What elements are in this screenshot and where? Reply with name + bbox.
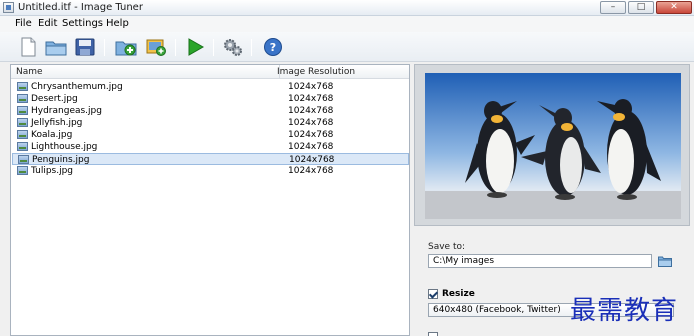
start-icon[interactable] — [184, 37, 206, 57]
toolbar-separator — [213, 39, 214, 56]
list-item[interactable]: Chrysanthemum.jpg 1024x768 — [12, 81, 409, 93]
image-file-icon — [17, 106, 28, 115]
image-file-icon — [17, 82, 28, 91]
app-icon — [3, 2, 14, 13]
preview-frame — [414, 64, 690, 226]
toolbar-separator — [251, 39, 252, 56]
save-icon[interactable] — [74, 37, 96, 57]
list-item[interactable]: Jellyfish.jpg 1024x768 — [12, 117, 409, 129]
column-header-resolution[interactable]: Image Resolution — [277, 67, 355, 77]
save-to-label: Save to: — [428, 242, 466, 252]
close-button[interactable]: ✕ — [656, 1, 692, 14]
toolbar-separator — [175, 39, 176, 56]
browse-folder-icon[interactable] — [658, 255, 672, 267]
settings-icon[interactable] — [222, 37, 244, 57]
resize-preset-value: 640x480 (Facebook, Twitter) — [433, 305, 561, 315]
image-file-icon — [17, 166, 28, 175]
list-item[interactable]: Tulips.jpg 1024x768 — [12, 165, 409, 177]
list-item-selected[interactable]: Penguins.jpg 1024x768 — [12, 153, 409, 165]
file-list[interactable]: Name Image Resolution Chrysanthemum.jpg … — [10, 64, 410, 336]
maximize-button[interactable]: □ — [628, 1, 654, 14]
menu-settings[interactable]: Settings — [62, 18, 103, 29]
image-file-icon — [17, 130, 28, 139]
list-header: Name Image Resolution — [11, 65, 409, 79]
toolbar: ? — [0, 32, 694, 62]
watermark-text: 最需教育 — [570, 296, 679, 326]
list-item[interactable]: Desert.jpg 1024x768 — [12, 93, 409, 105]
add-folder-icon[interactable] — [115, 37, 137, 57]
save-to-field[interactable] — [428, 254, 652, 268]
menu-file[interactable]: File — [15, 18, 32, 29]
checkbox-partial[interactable] — [428, 332, 438, 336]
title-bar: Untitled.itf - Image Tuner – □ ✕ — [0, 0, 694, 16]
menu-bar: File Edit Settings Help — [0, 16, 694, 32]
help-icon[interactable]: ? — [262, 37, 284, 57]
image-preview — [425, 73, 681, 219]
image-file-icon — [17, 142, 28, 151]
resize-checkbox[interactable] — [428, 289, 438, 299]
minimize-button[interactable]: – — [600, 1, 626, 14]
image-file-icon — [17, 94, 28, 103]
window-title: Untitled.itf - Image Tuner — [18, 2, 143, 13]
open-folder-icon[interactable] — [45, 37, 67, 57]
image-file-icon — [17, 118, 28, 127]
list-item[interactable]: Lighthouse.jpg 1024x768 — [12, 141, 409, 153]
svg-text:?: ? — [270, 41, 276, 54]
new-file-icon[interactable] — [17, 37, 39, 57]
list-item[interactable]: Koala.jpg 1024x768 — [12, 129, 409, 141]
toolbar-separator — [104, 39, 105, 56]
list-item[interactable]: Hydrangeas.jpg 1024x768 — [12, 105, 409, 117]
menu-edit[interactable]: Edit — [38, 18, 57, 29]
menu-help[interactable]: Help — [106, 18, 129, 29]
column-header-name[interactable]: Name — [16, 67, 43, 77]
image-file-icon — [18, 155, 29, 164]
resize-label: Resize — [442, 289, 475, 299]
add-images-icon[interactable] — [145, 37, 167, 57]
